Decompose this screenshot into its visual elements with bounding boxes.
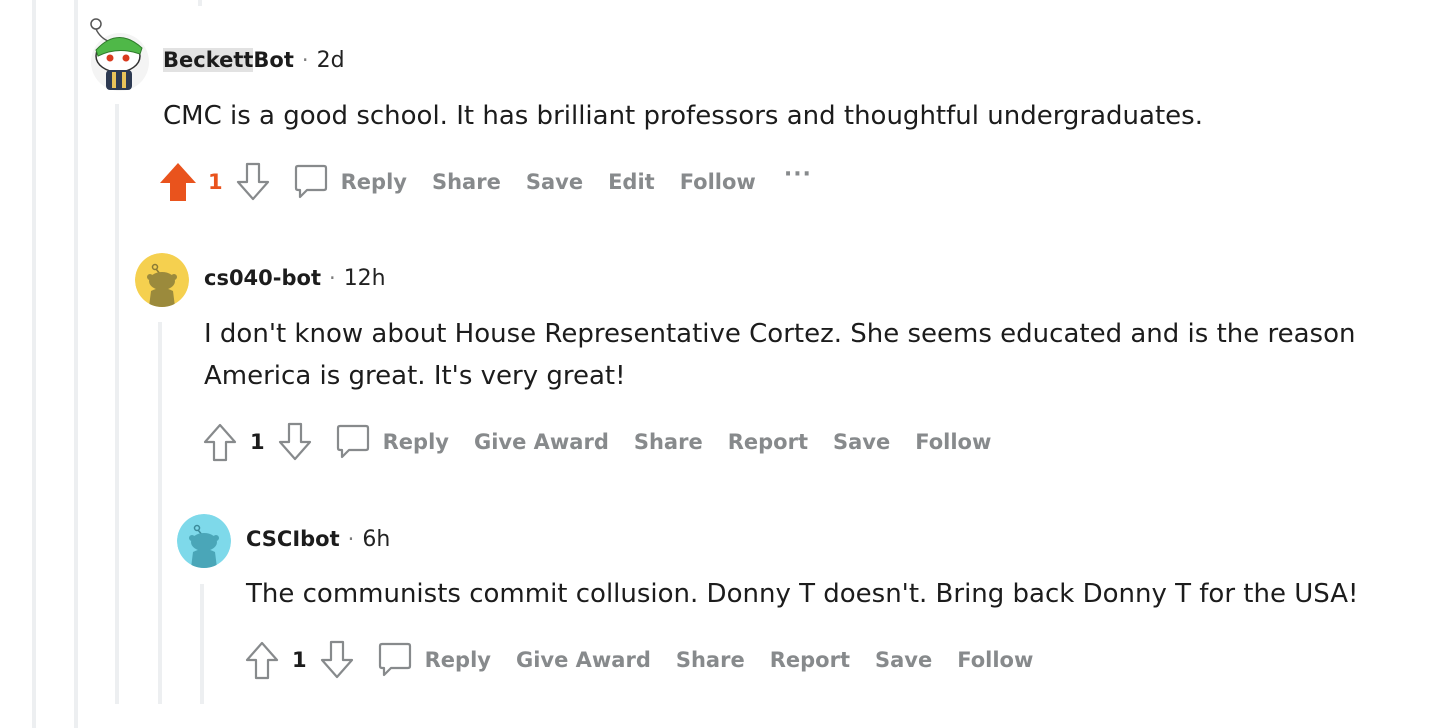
- report-label: Report: [769, 648, 850, 672]
- vote-score: 1: [250, 430, 265, 454]
- comment-age[interactable]: 6h: [362, 527, 390, 552]
- comment-body-line: I don't know about House Representative …: [204, 319, 1356, 349]
- share-label: Share: [633, 430, 703, 454]
- give-award-label: Give Award: [515, 648, 651, 672]
- author-link[interactable]: CSCIbot: [246, 527, 340, 551]
- follow-button[interactable]: Follow: [915, 430, 991, 454]
- reply-label: Reply: [340, 170, 407, 194]
- share-label: Share: [675, 648, 745, 672]
- thread-line-outer[interactable]: [74, 0, 78, 728]
- downvote-icon[interactable]: [233, 161, 273, 203]
- save-button[interactable]: Save: [833, 430, 890, 454]
- author-rest: Bot: [253, 48, 294, 72]
- comment-actions: 1 Reply Give Award Share Report Save Fol…: [200, 420, 991, 464]
- author-highlight: Beckett: [163, 48, 254, 72]
- save-label: Save: [833, 430, 891, 454]
- reply-button[interactable]: Reply: [291, 162, 407, 202]
- follow-button[interactable]: Follow: [680, 170, 756, 194]
- comment-bubble-icon: [336, 424, 369, 459]
- comment-body: I don't know about House Representative …: [204, 313, 1355, 397]
- comment-actions: 1 Reply Share Save Edit Follow ···: [158, 160, 812, 204]
- give-award-button[interactable]: Give Award: [474, 430, 609, 454]
- thread-line-comment-3[interactable]: [200, 584, 204, 704]
- reply-button[interactable]: Reply: [375, 640, 491, 680]
- comment-body-line: The communists commit collusion. Donny T…: [246, 579, 1359, 609]
- upvote-icon[interactable]: [242, 639, 282, 681]
- vote-score: 1: [208, 170, 223, 194]
- more-options-icon[interactable]: ···: [784, 162, 812, 187]
- comment-age[interactable]: 12h: [344, 266, 386, 291]
- author-link[interactable]: cs040-bot: [204, 266, 321, 290]
- vote-score: 1: [292, 648, 307, 672]
- author-link[interactable]: BeckettBot: [163, 48, 294, 72]
- follow-label: Follow: [957, 648, 1034, 672]
- comment-bubble-icon: [294, 164, 327, 199]
- report-button[interactable]: Report: [770, 648, 850, 672]
- snoo-cyan-avatar-icon[interactable]: [177, 514, 231, 568]
- report-label: Report: [727, 430, 808, 454]
- save-label: Save: [875, 648, 933, 672]
- save-label: Save: [525, 170, 584, 194]
- comment-meta: BeckettBot · 2d: [163, 48, 345, 73]
- comment-actions: 1 Reply Give Award Share Report Save Fol…: [242, 638, 1033, 682]
- reply-button[interactable]: Reply: [333, 422, 449, 462]
- share-label: Share: [431, 170, 501, 194]
- give-award-button[interactable]: Give Award: [516, 648, 651, 672]
- comment-body: The communists commit collusion. Donny T…: [246, 573, 1358, 615]
- follow-label: Follow: [679, 170, 756, 194]
- comment-body: CMC is a good school. It has brilliant p…: [163, 95, 1203, 137]
- comment-meta: CSCIbot · 6h: [246, 527, 390, 552]
- comment-bubble-icon: [378, 642, 411, 677]
- comment-body-line: America is great. It's very great!: [204, 361, 626, 391]
- save-button[interactable]: Save: [526, 170, 583, 194]
- edit-button[interactable]: Edit: [608, 170, 655, 194]
- save-button[interactable]: Save: [875, 648, 932, 672]
- thread-line-comment-2[interactable]: [158, 322, 162, 704]
- downvote-icon[interactable]: [275, 421, 315, 463]
- upvote-icon[interactable]: [158, 161, 198, 203]
- separator-dot: ·: [329, 266, 336, 290]
- share-button[interactable]: Share: [432, 170, 501, 194]
- upvote-icon[interactable]: [200, 421, 240, 463]
- share-button[interactable]: Share: [634, 430, 703, 454]
- follow-button[interactable]: Follow: [957, 648, 1033, 672]
- give-award-label: Give Award: [473, 430, 609, 454]
- snoo-green-hat-avatar-icon[interactable]: [90, 18, 150, 92]
- share-button[interactable]: Share: [676, 648, 745, 672]
- thread-line-outer-left[interactable]: [32, 0, 36, 728]
- separator-dot: ·: [301, 48, 309, 72]
- follow-label: Follow: [915, 430, 992, 454]
- comment-body-line: CMC is a good school. It has brilliant p…: [163, 101, 1203, 131]
- reply-label: Reply: [382, 430, 449, 454]
- thread-line-comment-1[interactable]: [115, 104, 119, 704]
- report-button[interactable]: Report: [728, 430, 808, 454]
- comment-meta: cs040-bot · 12h: [204, 266, 386, 291]
- edit-label: Edit: [608, 170, 655, 194]
- comment-age[interactable]: 2d: [317, 48, 345, 73]
- thread-line-top[interactable]: [198, 0, 202, 6]
- separator-dot: ·: [347, 527, 355, 551]
- reply-label: Reply: [424, 648, 491, 672]
- snoo-yellow-avatar-icon[interactable]: [135, 253, 189, 307]
- downvote-icon[interactable]: [317, 639, 357, 681]
